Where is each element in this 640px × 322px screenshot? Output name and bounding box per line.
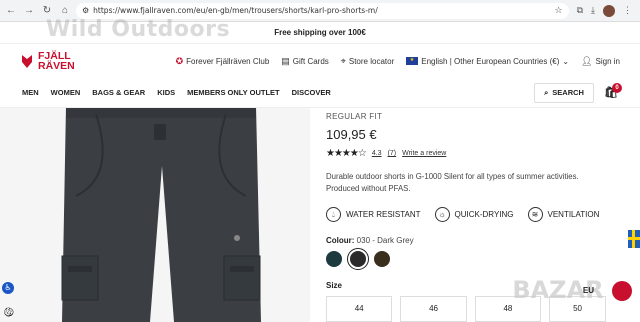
forward-icon[interactable]: → [22, 4, 36, 18]
promo-text: Free shipping over 100€ [274, 28, 366, 37]
logo-line2: RÄVEN [38, 60, 75, 72]
colour-label-text: Colour: [326, 236, 355, 245]
back-icon[interactable]: ← [4, 4, 18, 18]
feature-label: WATER RESISTANT [346, 210, 421, 219]
user-icon: 👤︎ [581, 55, 593, 66]
language-label: English | Other European Countries (€) [421, 56, 560, 66]
feature-list: 💧︎ WATER RESISTANT ☼ QUICK-DRYING ≋ VENT… [326, 207, 606, 222]
eu-flag-icon [406, 57, 419, 65]
search-label: SEARCH [552, 88, 584, 97]
menu-icon[interactable]: ⋮ [623, 5, 632, 17]
profile-avatar[interactable] [603, 4, 615, 17]
reload-icon[interactable]: ↻ [40, 4, 54, 18]
language-selector[interactable]: English | Other European Countries (€) ⌄ [406, 57, 569, 66]
colour-swatch[interactable] [374, 251, 390, 267]
sweden-flag-icon[interactable] [628, 230, 640, 248]
nav-item-discover[interactable]: DISCOVER [292, 88, 331, 97]
write-review-link[interactable]: Write a review [402, 150, 446, 157]
colour-value: 030 - Dark Grey [356, 236, 414, 245]
sun-icon: ☼ [434, 207, 450, 222]
store-locator-link[interactable]: ⌖ Store locator [341, 56, 394, 67]
brand-watermark-circle [612, 281, 632, 301]
rating-value[interactable]: 4.3 [372, 150, 382, 157]
site-header: FJÄLL RÄVEN ✪ Forever Fjällräven Club ▤ … [0, 44, 640, 78]
fox-icon: ✪ [175, 55, 184, 66]
download-icon[interactable]: ⤓ [591, 5, 595, 17]
store-locator-label: Store locator [348, 56, 395, 66]
chevron-down-icon: ⌄ [562, 56, 570, 66]
accessibility-icon[interactable]: ♿︎ [2, 282, 14, 294]
product-image[interactable] [0, 108, 310, 322]
main-navigation: MEN WOMEN BAGS & GEAR KIDS MEMBERS ONLY … [0, 78, 640, 108]
ventilation-icon: ≋ [527, 207, 543, 222]
club-label: Forever Fjällräven Club [186, 56, 270, 66]
size-option[interactable]: 44 [326, 296, 393, 322]
cart-count-badge: 0 [612, 83, 623, 93]
watermark-text: Wild Outdoors [46, 17, 231, 42]
search-icon: ⌕ [544, 87, 549, 97]
brand-watermark: BAZAR [512, 276, 632, 304]
product-description: Durable outdoor shorts in G-1000 Silent … [326, 172, 579, 193]
cart-button[interactable]: 🛍︎ 0 [604, 83, 623, 99]
cookie-icon[interactable]: 🍪︎ [3, 307, 14, 318]
gift-card-icon: ▤ [281, 55, 290, 66]
search-button[interactable]: ⌕ SEARCH [534, 82, 595, 103]
sign-in-label: Sign in [595, 56, 620, 66]
colour-label: Colour: 030 - Dark Grey [326, 236, 606, 245]
promo-bar: Wild Outdoors Free shipping over 100€ [0, 17, 640, 44]
price: 109,95 € [326, 127, 377, 142]
site-info-icon[interactable]: ⚙ [82, 6, 89, 15]
gift-cards-link[interactable]: ▤ Gift Cards [281, 56, 329, 67]
fox-logo-icon [22, 55, 32, 68]
feature-water-resistant: 💧︎ WATER RESISTANT [326, 207, 421, 222]
water-drop-icon: 💧︎ [326, 207, 341, 222]
fjallraven-logo[interactable]: FJÄLL RÄVEN [20, 51, 75, 71]
bookmark-star-icon[interactable]: ☆ [555, 6, 563, 16]
size-option[interactable]: 46 [400, 296, 467, 322]
club-link[interactable]: ✪ Forever Fjällräven Club [176, 56, 270, 67]
nav-item-kids[interactable]: KIDS [157, 88, 175, 97]
url-text: https://www.fjallraven.com/eu/en-gb/men/… [93, 6, 378, 15]
nav-item-men[interactable]: MEN [22, 88, 39, 97]
shorts-image [61, 108, 261, 322]
nav-item-women[interactable]: WOMEN [51, 88, 81, 97]
rating-row: ★★★★☆ 4.3 (7) Write a review [326, 148, 606, 159]
colour-swatches [326, 248, 606, 270]
gift-cards-label: Gift Cards [292, 56, 329, 66]
nav-item-bags-gear[interactable]: BAGS & GEAR [92, 88, 145, 97]
location-pin-icon: ⌖ [340, 55, 346, 66]
fit-label: REGULAR FIT [326, 112, 383, 121]
colour-swatch-selected[interactable] [347, 248, 369, 270]
feature-label: VENTILATION [547, 210, 600, 219]
size-overlay-label: EU [582, 286, 594, 295]
home-icon[interactable]: ⌂ [58, 4, 72, 18]
feature-label: QUICK-DRYING [454, 210, 514, 219]
rating-count[interactable]: (7) [388, 150, 397, 157]
colour-swatch[interactable] [326, 251, 342, 267]
feature-ventilation: ≋ VENTILATION [527, 207, 600, 222]
feature-quick-drying: ☼ QUICK-DRYING [434, 207, 514, 222]
star-rating-icon: ★★★★☆ [326, 148, 367, 159]
sign-in-link[interactable]: 👤︎ Sign in [581, 56, 620, 67]
extensions-icon[interactable]: ⧉ [577, 5, 583, 17]
nav-item-outlet[interactable]: MEMBERS ONLY OUTLET [187, 88, 280, 97]
